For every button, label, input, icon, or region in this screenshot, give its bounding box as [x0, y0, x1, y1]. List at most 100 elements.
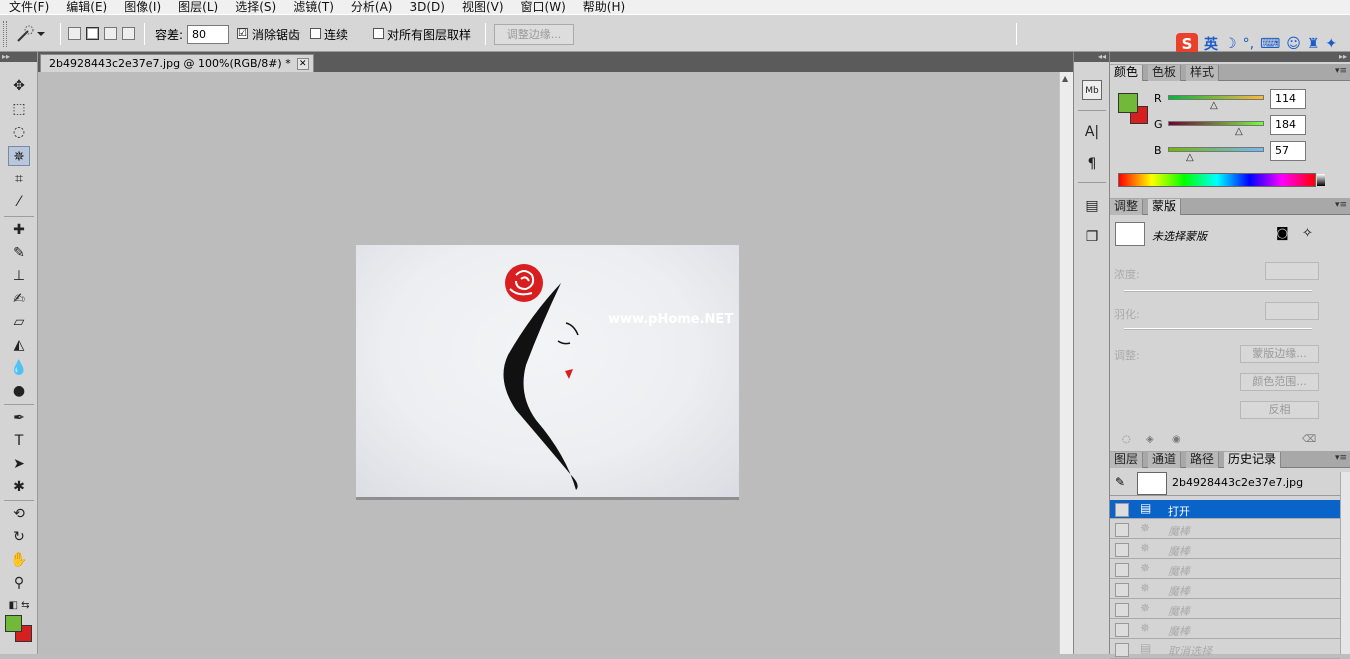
black-white-ramp[interactable] — [1317, 174, 1325, 186]
add-vector-mask-icon[interactable]: ✧ — [1302, 226, 1313, 241]
toolbox-header[interactable]: ▸▸ — [0, 52, 37, 62]
chevron-up-icon[interactable]: ▲ — [1062, 74, 1068, 83]
tab-color[interactable]: 颜色 — [1110, 65, 1144, 81]
tab-swatches[interactable]: 色板 — [1148, 65, 1182, 81]
eyedropper-tool-icon[interactable]: ⁄ — [8, 192, 30, 212]
moon-icon[interactable]: ☽ — [1224, 36, 1237, 52]
tab-styles[interactable]: 样式 — [1186, 65, 1220, 81]
paint-bucket-icon[interactable]: ◭ — [8, 335, 30, 355]
pen-tool-icon[interactable]: ✒ — [8, 408, 30, 428]
red-value-input[interactable]: 114 — [1270, 89, 1306, 109]
canvas-vertical-scrollbar[interactable]: ▲ — [1059, 72, 1073, 654]
mini-bridge-icon[interactable]: Mb — [1082, 80, 1102, 100]
panel-menu-icon[interactable]: ▾≡ — [1335, 66, 1347, 76]
close-icon[interactable]: ✕ — [296, 57, 309, 70]
history-brush-checkbox[interactable] — [1115, 623, 1129, 637]
dodge-tool-icon[interactable]: ● — [8, 381, 30, 401]
path-selection-icon[interactable]: ➤ — [8, 454, 30, 474]
smile-icon[interactable]: ☺ — [1286, 36, 1301, 52]
tab-history[interactable]: 历史记录 — [1224, 452, 1282, 468]
history-brush-source-icon[interactable]: ✎ — [1115, 475, 1125, 489]
history-state[interactable]: ✵ 魔棒 — [1110, 560, 1340, 579]
tolerance-input[interactable]: 80 — [187, 25, 229, 44]
color-spectrum-bar[interactable] — [1118, 173, 1325, 187]
foreground-color-swatch[interactable] — [5, 615, 22, 632]
invert-button[interactable]: 反相 — [1240, 401, 1319, 419]
info-panel-icon[interactable]: ▤ — [1082, 196, 1102, 216]
history-brush-checkbox[interactable] — [1115, 603, 1129, 617]
new-selection-button[interactable] — [68, 27, 81, 40]
ime-lang-toggle[interactable]: 英 — [1204, 34, 1218, 54]
zoom-tool-icon[interactable]: ⚲ — [8, 573, 30, 593]
menu-select[interactable]: 选择(S) — [235, 0, 276, 14]
add-selection-button[interactable] — [86, 27, 99, 40]
mask-edge-button[interactable]: 蒙版边缘... — [1240, 345, 1319, 363]
history-brush-checkbox[interactable] — [1115, 543, 1129, 557]
green-value-input[interactable]: 184 — [1270, 115, 1306, 135]
history-state[interactable]: ✵ 魔棒 — [1110, 600, 1340, 619]
panels-header[interactable]: ▸▸ — [1110, 52, 1350, 62]
history-brush-checkbox[interactable] — [1115, 523, 1129, 537]
clone-stamp-icon[interactable]: ⊥ — [8, 266, 30, 286]
punctuation-icon[interactable]: °, — [1243, 36, 1254, 52]
marquee-tool-icon[interactable]: ⬚ — [8, 99, 30, 119]
history-snapshot[interactable]: ✎ 2b4928443c2e37e7.jpg — [1110, 471, 1342, 496]
menu-help[interactable]: 帮助(H) — [583, 0, 625, 14]
history-brush-checkbox[interactable] — [1115, 643, 1129, 657]
panel-menu-icon[interactable]: ▾≡ — [1335, 200, 1347, 210]
add-pixel-mask-icon[interactable]: ◙ — [1276, 226, 1289, 241]
history-state[interactable]: ✵ 魔棒 — [1110, 540, 1340, 559]
shirt-icon[interactable]: ♜ — [1307, 36, 1320, 52]
tools-icon[interactable]: ✦ — [1325, 36, 1337, 52]
color-foreground-swatch[interactable] — [1118, 93, 1138, 113]
options-grip[interactable] — [3, 21, 7, 47]
blue-slider[interactable] — [1168, 147, 1264, 152]
selection-icon[interactable]: ◌ — [1122, 434, 1131, 445]
menu-layer[interactable]: 图层(L) — [178, 0, 218, 14]
history-state[interactable]: ▤ 打开 — [1110, 500, 1340, 519]
panel-menu-icon[interactable]: ▾≡ — [1335, 453, 1347, 463]
all-layers-checkbox[interactable] — [373, 28, 384, 39]
character-panel-icon[interactable]: A| — [1082, 122, 1102, 142]
crop-tool-icon[interactable]: ⌗ — [8, 169, 30, 189]
history-brush-checkbox[interactable] — [1115, 503, 1129, 517]
tab-channels[interactable]: 通道 — [1148, 452, 1182, 468]
antialias-checkbox[interactable]: ☑ — [237, 28, 248, 39]
move-tool-icon[interactable]: ✥ — [8, 76, 30, 96]
type-tool-icon[interactable]: T — [8, 431, 30, 451]
intersect-selection-button[interactable] — [122, 27, 135, 40]
visibility-icon[interactable]: ◉ — [1172, 434, 1181, 445]
3d-orbit-icon[interactable]: ↻ — [8, 527, 30, 547]
eye-icon[interactable]: ◈ — [1146, 434, 1154, 445]
tool-preset-picker[interactable] — [14, 23, 52, 45]
brush-tool-icon[interactable]: ✎ — [8, 243, 30, 263]
history-brush-icon[interactable]: ✍ — [8, 289, 30, 309]
history-state[interactable]: ▤ 取消选择 — [1110, 640, 1340, 659]
hand-tool-icon[interactable]: ✋ — [8, 550, 30, 570]
menu-edit[interactable]: 编辑(E) — [66, 0, 107, 14]
history-brush-checkbox[interactable] — [1115, 563, 1129, 577]
tab-masks[interactable]: 蒙版 — [1148, 199, 1182, 215]
document-tab[interactable]: 2b4928443c2e37e7.jpg @ 100%(RGB/8#) * ✕ — [40, 54, 314, 72]
tab-adjustments[interactable]: 调整 — [1110, 199, 1144, 215]
blur-tool-icon[interactable]: 💧 — [8, 358, 30, 378]
menu-file[interactable]: 文件(F) — [9, 0, 49, 14]
color-range-button[interactable]: 颜色范围... — [1240, 373, 1319, 391]
history-scrollbar[interactable] — [1340, 472, 1350, 654]
tab-layers[interactable]: 图层 — [1110, 452, 1144, 468]
menu-window[interactable]: 窗口(W) — [521, 0, 566, 14]
menu-analysis[interactable]: 分析(A) — [351, 0, 393, 14]
contiguous-checkbox[interactable] — [310, 28, 321, 39]
history-state[interactable]: ✵ 魔棒 — [1110, 520, 1340, 539]
subtract-selection-button[interactable] — [104, 27, 117, 40]
menu-3d[interactable]: 3D(D) — [409, 0, 444, 14]
swap-colors-icon[interactable]: ◧ ⇆ — [8, 596, 30, 616]
magic-wand-tool-icon[interactable]: ✵ — [8, 146, 30, 166]
blue-value-input[interactable]: 57 — [1270, 141, 1306, 161]
menu-view[interactable]: 视图(V) — [462, 0, 504, 14]
menu-image[interactable]: 图像(I) — [124, 0, 161, 14]
history-state[interactable]: ✵ 魔棒 — [1110, 580, 1340, 599]
red-slider-handle[interactable]: △ — [1210, 100, 1218, 111]
tab-paths[interactable]: 路径 — [1186, 452, 1220, 468]
lasso-tool-icon[interactable]: ◌ — [8, 122, 30, 142]
